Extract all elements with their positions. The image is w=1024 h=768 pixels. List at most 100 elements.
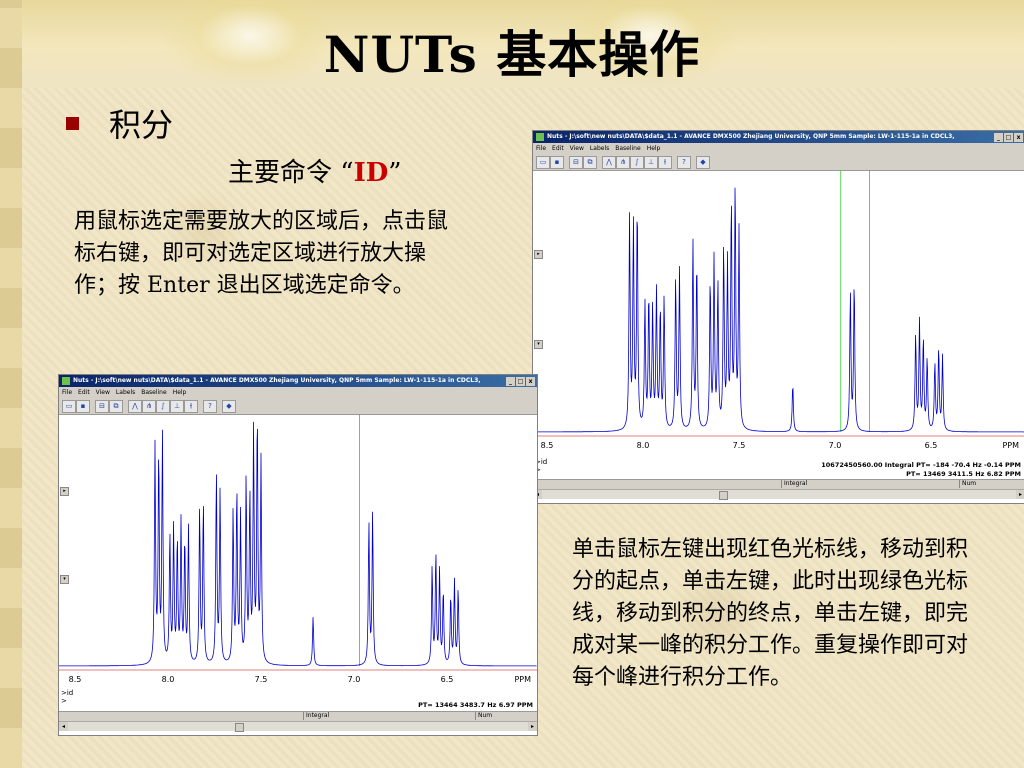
menu-view[interactable]: View xyxy=(570,145,584,152)
instruction-zoom: 用鼠标选定需要放大的区域后，点击鼠标右键，即可对选定区域进行放大操作；按 Ent… xyxy=(74,209,449,298)
bullet-square-icon xyxy=(66,117,79,130)
window-titlebar[interactable]: Nuts - J:\soft\new nuts\DATA\$data_1.1 -… xyxy=(533,131,1024,143)
eraser-icon[interactable]: ◆ xyxy=(696,156,710,169)
open-icon[interactable]: ▭ xyxy=(536,156,550,169)
menu-labels[interactable]: Labels xyxy=(116,389,135,396)
scroll-right-icon[interactable]: ▸ xyxy=(528,722,537,731)
close-icon[interactable]: x xyxy=(526,377,535,386)
axis-tick-label: 8.0 xyxy=(162,675,175,684)
left-decor-bar xyxy=(0,0,22,768)
spectrum-icon[interactable]: ⋀ xyxy=(128,400,142,413)
axis-unit-label: PPM xyxy=(1002,441,1019,450)
numlock-indicator: Num xyxy=(959,480,986,488)
phase-icon[interactable]: ⫲ xyxy=(658,156,672,169)
menu-view[interactable]: View xyxy=(96,389,110,396)
spectrum-plot[interactable]: 8.5 8.0 7.5 7.0 6.5 PPM xyxy=(59,414,537,696)
menu-edit[interactable]: Edit xyxy=(78,389,90,396)
axis-tick-label: 8.5 xyxy=(69,675,82,684)
axis-tick-label: 7.0 xyxy=(829,441,842,450)
axis-tick-label: 8.0 xyxy=(637,441,650,450)
print-icon[interactable]: ⊟ xyxy=(95,400,109,413)
window-title: Nuts - J:\soft\new nuts\DATA\$data_1.1 -… xyxy=(73,377,481,384)
status-readout: 10672450560.00 Integral PT= -184 -70.4 H… xyxy=(821,461,1021,469)
print-icon[interactable]: ⊟ xyxy=(569,156,583,169)
spectrum-plot[interactable]: 8.5 8.0 7.5 7.0 6.5 PPM xyxy=(533,170,1024,462)
command-area[interactable]: >id > xyxy=(59,689,73,705)
app-icon xyxy=(62,377,70,385)
scroll-thumb[interactable] xyxy=(719,491,728,500)
menu-help[interactable]: Help xyxy=(173,389,187,396)
integrate-icon[interactable]: ∫ xyxy=(630,156,644,169)
command-prompt: > xyxy=(61,697,67,705)
scroll-arrow-icon[interactable]: ▸ xyxy=(534,250,543,259)
peak-pick-icon[interactable]: ⋔ xyxy=(142,400,156,413)
help-icon[interactable]: ? xyxy=(203,400,217,413)
menu-file[interactable]: File xyxy=(62,389,72,396)
axis-tick-label: 7.0 xyxy=(348,675,361,684)
axis-tick-label: 7.5 xyxy=(255,675,268,684)
copy-icon[interactable]: ⧉ xyxy=(109,400,123,413)
eraser-icon[interactable]: ◆ xyxy=(222,400,236,413)
scroll-down-icon[interactable]: ▾ xyxy=(534,340,543,349)
mode-indicator: Integral xyxy=(303,712,472,720)
nuts-window-integrate: Nuts - J:\soft\new nuts\DATA\$data_1.1 -… xyxy=(532,130,1024,504)
numlock-indicator: Num xyxy=(475,712,502,720)
slide-title: NUTs 基本操作 xyxy=(323,25,701,84)
scroll-right-icon[interactable]: ▸ xyxy=(1016,490,1024,499)
menu-bar: File Edit View Labels Baseline Help xyxy=(533,143,1024,154)
command-name: ID xyxy=(353,158,389,188)
window-titlebar[interactable]: Nuts - J:\soft\new nuts\DATA\$data_1.1 -… xyxy=(59,375,537,387)
menu-file[interactable]: File xyxy=(536,145,546,152)
nuts-window-zoom: Nuts - J:\soft\new nuts\DATA\$data_1.1 -… xyxy=(58,374,538,736)
toolbar: ▭ ▪ ⊟ ⧉ ⋀ ⋔ ∫ ⊥ ⫲ ? ◆ xyxy=(59,398,537,415)
command-open-quote: “ xyxy=(340,158,354,188)
spectrum-trace xyxy=(533,187,1024,433)
app-icon xyxy=(536,133,544,141)
integrate-icon[interactable]: ∫ xyxy=(156,400,170,413)
help-icon[interactable]: ? xyxy=(677,156,691,169)
menu-help[interactable]: Help xyxy=(647,145,661,152)
baseline-icon[interactable]: ⊥ xyxy=(170,400,184,413)
status-bar: Integral Num xyxy=(533,479,1024,489)
status-readout: PT= 13464 3483.7 Hz 6.97 PPM xyxy=(418,701,533,709)
axis-tick-label: 6.5 xyxy=(441,675,454,684)
phase-icon[interactable]: ⫲ xyxy=(184,400,198,413)
peak-pick-icon[interactable]: ⋔ xyxy=(616,156,630,169)
close-icon[interactable]: x xyxy=(1014,133,1023,142)
spectrum-icon[interactable]: ⋀ xyxy=(602,156,616,169)
axis-tick-label: 8.5 xyxy=(541,441,554,450)
window-title: Nuts - J:\soft\new nuts\DATA\$data_1.1 -… xyxy=(547,133,955,140)
axis-tick-label: 7.5 xyxy=(733,441,746,450)
maximize-icon[interactable]: □ xyxy=(516,377,525,386)
bullet-item: 积分 xyxy=(66,100,173,146)
menu-baseline[interactable]: Baseline xyxy=(141,389,166,396)
minimize-icon[interactable]: _ xyxy=(506,377,515,386)
scroll-arrow-icon[interactable]: ▸ xyxy=(60,487,69,496)
status-bar: Integral Num xyxy=(59,711,537,721)
baseline-icon[interactable]: ⊥ xyxy=(644,156,658,169)
save-icon[interactable]: ▪ xyxy=(76,400,90,413)
axis-unit-label: PPM xyxy=(514,675,531,684)
scroll-thumb[interactable] xyxy=(235,723,244,732)
save-icon[interactable]: ▪ xyxy=(550,156,564,169)
command-close-quote: ” xyxy=(388,158,402,188)
horizontal-scrollbar[interactable]: ◂ ▸ xyxy=(533,489,1024,500)
scroll-down-icon[interactable]: ▾ xyxy=(60,575,69,584)
axis-tick-label: 6.5 xyxy=(925,441,938,450)
horizontal-scrollbar[interactable]: ◂ ▸ xyxy=(59,721,537,732)
instruction-integrate: 单击鼠标左键出现红色光标线，移动到积分的起点，单击左键，此时出现绿色光标线，移动… xyxy=(572,537,969,690)
status-readout-2: PT= 13469 3411.5 Hz 6.82 PPM xyxy=(906,470,1021,478)
copy-icon[interactable]: ⧉ xyxy=(583,156,597,169)
open-icon[interactable]: ▭ xyxy=(62,400,76,413)
menu-edit[interactable]: Edit xyxy=(552,145,564,152)
menu-labels[interactable]: Labels xyxy=(590,145,609,152)
command-prefix: 主要命令 xyxy=(228,158,333,188)
scroll-left-icon[interactable]: ◂ xyxy=(59,722,68,731)
maximize-icon[interactable]: □ xyxy=(1004,133,1013,142)
menu-bar: File Edit View Labels Baseline Help xyxy=(59,387,537,398)
command-text: >id xyxy=(61,689,74,697)
minimize-icon[interactable]: _ xyxy=(994,133,1003,142)
toolbar: ▭ ▪ ⊟ ⧉ ⋀ ⋔ ∫ ⊥ ⫲ ? ◆ xyxy=(533,154,1024,171)
bullet-text: 积分 xyxy=(109,106,174,144)
menu-baseline[interactable]: Baseline xyxy=(615,145,640,152)
